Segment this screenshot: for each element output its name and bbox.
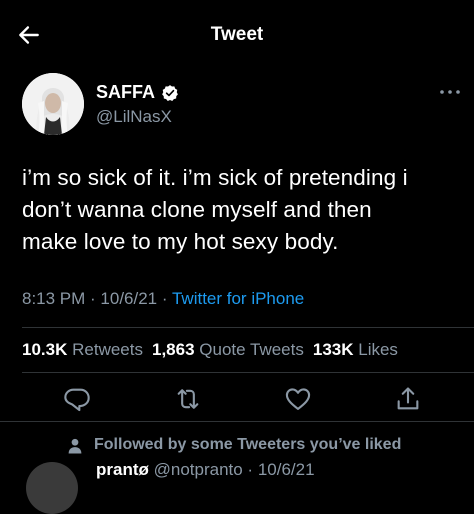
author-name-text: SAFFA [96, 82, 156, 102]
divider [0, 421, 474, 422]
meta-separator: · [157, 289, 172, 308]
tweet-time[interactable]: 8:13 PM [22, 289, 85, 308]
likes-label: Likes [358, 340, 398, 359]
likes-count: 133K [312, 340, 354, 359]
quote-tweets-stat[interactable]: 1,863 Quote Tweets [152, 340, 304, 359]
page-title: Tweet [210, 24, 264, 45]
quote-tweets-count: 1,863 [151, 340, 195, 359]
reply-icon[interactable] [63, 385, 91, 413]
reply-author-name: prantø [96, 460, 149, 479]
reply-handle-date: @notpranto · 10/6/21 [148, 460, 315, 479]
engagement-stats: 10.3K Retweets 1,863 Quote Tweets 133K Lik… [22, 340, 398, 360]
tweet-text-line: i’m so sick of it. i’m sick of pretendin… [22, 165, 408, 190]
author-name[interactable]: SAFFA [96, 82, 179, 103]
quote-tweets-label: Quote Tweets [199, 340, 304, 359]
person-icon [68, 438, 82, 454]
like-icon[interactable] [284, 385, 312, 413]
reply-header[interactable]: prantø @notpranto · 10/6/21 [96, 460, 315, 480]
reply-avatar[interactable] [26, 462, 78, 514]
tweet-text: i’m so sick of it. i’m sick of pretendin… [22, 162, 462, 258]
avatar-image [22, 73, 84, 135]
tweet-meta: 8:13 PM · 10/6/21 · Twitter for iPhone [22, 289, 304, 309]
retweets-count: 10.3K [22, 340, 68, 359]
retweet-icon[interactable] [174, 385, 202, 413]
tweet-text-line: make love to my hot sexy body. [22, 229, 339, 254]
author-handle[interactable]: @LilNasX [96, 107, 172, 127]
share-icon[interactable] [394, 385, 422, 413]
retweets-stat[interactable]: 10.3K Retweets [22, 340, 143, 359]
author-avatar[interactable] [22, 73, 84, 135]
meta-separator: · [85, 289, 101, 308]
tweet-source-link[interactable]: Twitter for iPhone [172, 289, 304, 308]
tweet-text-line: don’t wanna clone myself and then [22, 197, 372, 222]
tweet-actions [0, 385, 474, 415]
divider [22, 327, 474, 328]
more-options-icon[interactable] [438, 86, 462, 98]
retweets-label: Retweets [72, 340, 143, 359]
top-bar: Tweet [0, 0, 474, 70]
tweet-date[interactable]: 10/6/21 [100, 289, 157, 308]
social-context: Followed by some Tweeters you’ve liked [94, 436, 402, 453]
divider [22, 372, 474, 373]
verified-badge-icon [162, 84, 178, 101]
likes-stat[interactable]: 133K Likes [313, 340, 398, 359]
